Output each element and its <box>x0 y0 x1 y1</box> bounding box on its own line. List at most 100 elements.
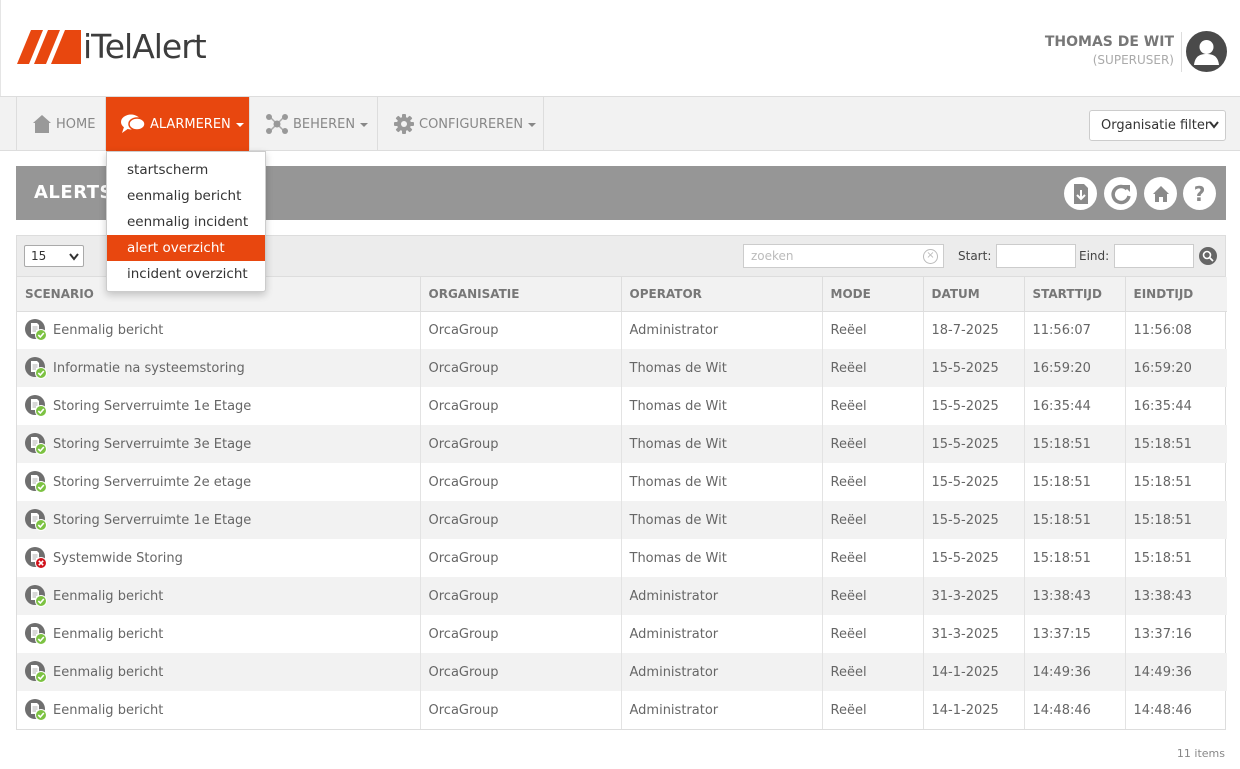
nav-alarmeren[interactable]: ALARMEREN <box>106 97 250 151</box>
cell-datum: 15-5-2025 <box>922 463 1024 501</box>
column-header-mode[interactable]: MODE <box>821 277 923 312</box>
cell-datum: 15-5-2025 <box>922 539 1024 577</box>
export-button[interactable] <box>1064 177 1097 210</box>
scenario-name: Storing Serverruimte 1e Etage <box>53 398 252 414</box>
user-avatar-icon <box>1194 40 1219 65</box>
item-count: 11 items <box>1176 747 1225 760</box>
search-icon <box>1202 250 1214 262</box>
table-row[interactable]: Storing Serverruimte 1e Etage OrcaGroup Th… <box>17 501 1227 539</box>
cell-organisatie: OrcaGroup <box>419 577 621 615</box>
cell-scenario: Eenmalig bericht <box>17 311 420 349</box>
cell-organisatie: OrcaGroup <box>419 501 621 539</box>
app-logo[interactable]: iTelAlert <box>17 30 207 64</box>
cell-operator: Administrator <box>620 311 822 349</box>
nav-configureren[interactable]: CONFIGUREREN <box>378 97 544 151</box>
search-input[interactable]: zoeken × <box>743 244 944 268</box>
cell-starttijd: 11:56:07 <box>1023 311 1125 349</box>
page-size-select[interactable]: 15 <box>24 245 84 267</box>
menu-item-alert-overzicht[interactable]: alert overzicht <box>107 235 265 261</box>
nav-beheren-label: BEHEREN <box>293 116 356 132</box>
document-ok-icon <box>25 395 47 417</box>
cell-starttijd: 15:18:51 <box>1023 463 1125 501</box>
organisation-filter-select[interactable]: Organisatie filter <box>1089 110 1226 141</box>
scenario-name: Informatie na systeemstoring <box>53 360 245 376</box>
page-title: ALERTS <box>34 182 113 203</box>
end-date-input[interactable] <box>1114 244 1194 268</box>
cell-starttijd: 14:49:36 <box>1023 653 1125 691</box>
main-navbar: HOME ALARMEREN BEHEREN CONFIGUREREN Orga… <box>0 96 1240 151</box>
table-row[interactable]: Eenmalig bericht OrcaGroup Administrator Re… <box>17 691 1227 729</box>
start-date-input[interactable] <box>996 244 1076 268</box>
cell-mode: Reëel <box>821 425 923 463</box>
column-header-starttijd[interactable]: STARTTIJD <box>1023 277 1125 312</box>
cell-mode: Reëel <box>821 501 923 539</box>
cell-organisatie: OrcaGroup <box>419 311 621 349</box>
home-icon <box>32 114 52 134</box>
cell-mode: Reëel <box>821 615 923 653</box>
cell-operator: Thomas de Wit <box>620 501 822 539</box>
help-button[interactable]: ? <box>1183 177 1216 210</box>
cell-scenario: Storing Serverruimte 1e Etage <box>17 387 420 425</box>
chevron-down-icon <box>360 123 369 127</box>
refresh-icon <box>1110 184 1131 204</box>
cell-organisatie: OrcaGroup <box>419 387 621 425</box>
menu-item-startscherm[interactable]: startscherm <box>107 157 265 183</box>
user-info[interactable]: THOMAS DE WIT (SUPERUSER) <box>1045 34 1174 67</box>
table-row[interactable]: Storing Serverruimte 2e etage OrcaGroup Th… <box>17 463 1227 501</box>
cell-eindtijd: 13:38:43 <box>1124 577 1227 615</box>
cell-organisatie: OrcaGroup <box>419 425 621 463</box>
column-header-operator[interactable]: OPERATOR <box>620 277 822 312</box>
cell-scenario: Storing Serverruimte 1e Etage <box>17 501 420 539</box>
page-size-value: 15 <box>31 249 47 263</box>
cell-datum: 31-3-2025 <box>922 615 1024 653</box>
table-row[interactable]: Informatie na systeemstoring OrcaGroup Tho… <box>17 349 1227 387</box>
user-role: (SUPERUSER) <box>1092 53 1174 67</box>
clear-icon[interactable]: × <box>923 249 938 264</box>
avatar[interactable] <box>1186 31 1227 72</box>
refresh-button[interactable] <box>1104 177 1137 210</box>
table-row[interactable]: Eenmalig bericht OrcaGroup Administrator Re… <box>17 577 1227 615</box>
cell-scenario: Eenmalig bericht <box>17 653 420 691</box>
column-header-organisatie[interactable]: ORGANISATIE <box>419 277 621 312</box>
user-divider <box>1181 32 1182 72</box>
cell-eindtijd: 15:18:51 <box>1124 463 1227 501</box>
cell-operator: Administrator <box>620 691 822 729</box>
cell-mode: Reëel <box>821 691 923 729</box>
menu-item-eenmalig-incident[interactable]: eenmalig incident <box>107 209 265 235</box>
cell-mode: Reëel <box>821 387 923 425</box>
cell-scenario: Systemwide Storing <box>17 539 420 577</box>
cell-scenario: Eenmalig bericht <box>17 577 420 615</box>
table-row[interactable]: Systemwide Storing OrcaGroup Thomas de Wit… <box>17 539 1227 577</box>
column-header-eindtijd[interactable]: EINDTIJD <box>1124 277 1227 312</box>
home-button[interactable] <box>1144 177 1177 210</box>
cell-datum: 14-1-2025 <box>922 691 1024 729</box>
cell-scenario: Eenmalig bericht <box>17 691 420 729</box>
menu-item-eenmalig-bericht[interactable]: eenmalig bericht <box>107 183 265 209</box>
document-ok-icon <box>25 319 47 342</box>
cell-mode: Reëel <box>821 349 923 387</box>
cell-mode: Reëel <box>821 463 923 501</box>
document-ok-icon <box>25 433 47 455</box>
cell-mode: Reëel <box>821 577 923 615</box>
document-ok-icon <box>25 509 47 531</box>
cell-scenario: Storing Serverruimte 2e etage <box>17 463 420 501</box>
cell-starttijd: 16:35:44 <box>1023 387 1125 425</box>
table-row[interactable]: Storing Serverruimte 3e Etage OrcaGroup Th… <box>17 425 1227 463</box>
column-header-datum[interactable]: DATUM <box>922 277 1024 312</box>
cell-scenario: Informatie na systeemstoring <box>17 349 420 387</box>
download-icon <box>1073 183 1088 204</box>
table-row[interactable]: Eenmalig bericht OrcaGroup Administrator Re… <box>17 653 1227 691</box>
search-button[interactable] <box>1199 247 1217 265</box>
table-row[interactable]: Storing Serverruimte 1e Etage OrcaGroup Th… <box>17 387 1227 425</box>
table-row[interactable]: Eenmalig bericht OrcaGroup Administrator Re… <box>17 311 1227 349</box>
cell-organisatie: OrcaGroup <box>419 539 621 577</box>
alarmeren-dropdown-menu: startscherm eenmalig bericht eenmalig in… <box>106 151 266 292</box>
cell-datum: 15-5-2025 <box>922 425 1024 463</box>
nav-beheren[interactable]: BEHEREN <box>250 97 378 151</box>
table-row[interactable]: Eenmalig bericht OrcaGroup Administrator Re… <box>17 615 1227 653</box>
cell-organisatie: OrcaGroup <box>419 615 621 653</box>
cell-eindtijd: 14:49:36 <box>1124 653 1227 691</box>
cell-mode: Reëel <box>821 653 923 691</box>
menu-item-incident-overzicht[interactable]: incident overzicht <box>107 261 265 287</box>
nav-home[interactable]: HOME <box>16 97 106 151</box>
